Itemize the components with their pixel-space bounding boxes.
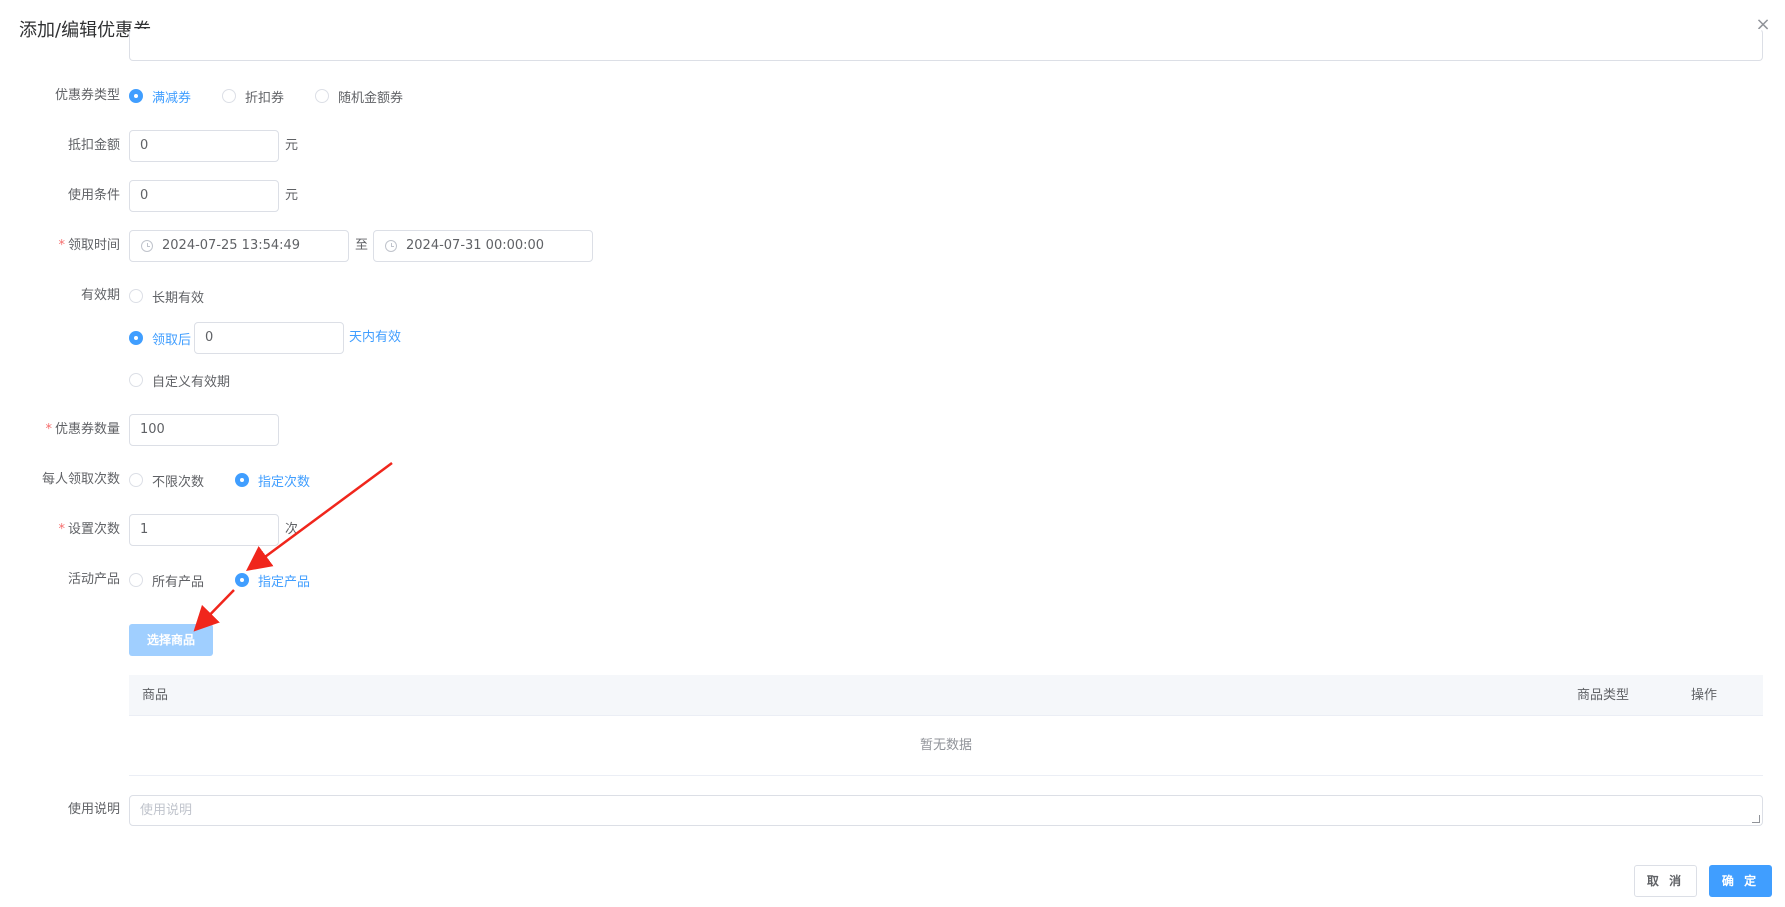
column-header-actions: 操作	[1691, 688, 1718, 703]
validity-days-suffix: 天内有效	[349, 330, 402, 345]
coupon-type-radio-discount[interactable]: 折扣券	[222, 86, 284, 106]
top-field-input[interactable]	[129, 29, 1763, 61]
receive-time-end[interactable]: 2024-07-31 00:00:00	[373, 230, 593, 262]
per-person-radio-specified[interactable]: 指定次数	[235, 470, 310, 490]
use-condition-label: 使用条件	[67, 188, 120, 203]
deduct-amount-label: 抵扣金额	[67, 138, 120, 153]
cancel-button[interactable]: 取 消	[1634, 865, 1697, 897]
clock-icon	[141, 240, 153, 252]
annotation-arrow-to-select-button	[193, 589, 235, 632]
radio-dot-icon	[129, 289, 143, 303]
validity-radio-long[interactable]: 长期有效	[129, 286, 204, 306]
set-times-label: * 设置次数	[58, 522, 120, 537]
per-person-radio-unlimited[interactable]: 不限次数	[129, 470, 204, 490]
radio-dot-icon	[129, 331, 143, 345]
deduct-amount-input[interactable]: 0	[129, 130, 279, 162]
coupon-count-input[interactable]: 100	[129, 414, 279, 446]
select-products-button[interactable]: 选择商品	[129, 624, 213, 656]
radio-dot-icon	[129, 89, 143, 103]
products-label: 活动产品	[67, 572, 120, 587]
radio-dot-icon	[235, 473, 249, 487]
set-times-unit: 次	[285, 522, 299, 537]
coupon-type-label: 优惠券类型	[54, 88, 120, 103]
column-header-product-type: 商品类型	[1577, 688, 1630, 703]
receive-time-start[interactable]: 2024-07-25 13:54:49	[129, 230, 349, 262]
products-table-header: 商品 商品类型 操作	[129, 675, 1763, 716]
validity-radio-custom[interactable]: 自定义有效期	[129, 370, 230, 390]
radio-dot-icon	[235, 573, 249, 587]
receive-time-separator: 至	[355, 238, 369, 253]
validity-days-input[interactable]: 0	[194, 322, 344, 354]
clock-icon	[385, 240, 397, 252]
products-radio-all[interactable]: 所有产品	[129, 570, 204, 590]
description-label: 使用说明	[67, 802, 120, 817]
coupon-type-radio-full-reduction[interactable]: 满减券	[129, 86, 191, 106]
use-condition-unit: 元	[285, 188, 299, 203]
validity-label: 有效期	[80, 288, 120, 303]
radio-dot-icon	[129, 573, 143, 587]
radio-dot-icon	[129, 373, 143, 387]
table-empty-text: 暂无数据	[129, 716, 1763, 776]
coupon-type-radio-random[interactable]: 随机金额券	[315, 86, 403, 106]
description-textarea[interactable]: 使用说明	[129, 795, 1763, 826]
validity-radio-after[interactable]: 领取后	[129, 328, 191, 348]
use-condition-input[interactable]: 0	[129, 180, 279, 212]
radio-dot-icon	[315, 89, 329, 103]
confirm-button[interactable]: 确 定	[1709, 865, 1772, 897]
receive-time-label: * 领取时间	[58, 238, 120, 253]
set-times-input[interactable]: 1	[129, 514, 279, 546]
column-header-product: 商品	[142, 688, 169, 703]
coupon-count-label: * 优惠券数量	[45, 422, 120, 437]
radio-dot-icon	[222, 89, 236, 103]
resize-handle-icon[interactable]	[1752, 815, 1760, 823]
products-radio-specified[interactable]: 指定产品	[235, 570, 310, 590]
radio-dot-icon	[129, 473, 143, 487]
deduct-amount-unit: 元	[285, 138, 299, 153]
per-person-label: 每人领取次数	[41, 472, 120, 487]
